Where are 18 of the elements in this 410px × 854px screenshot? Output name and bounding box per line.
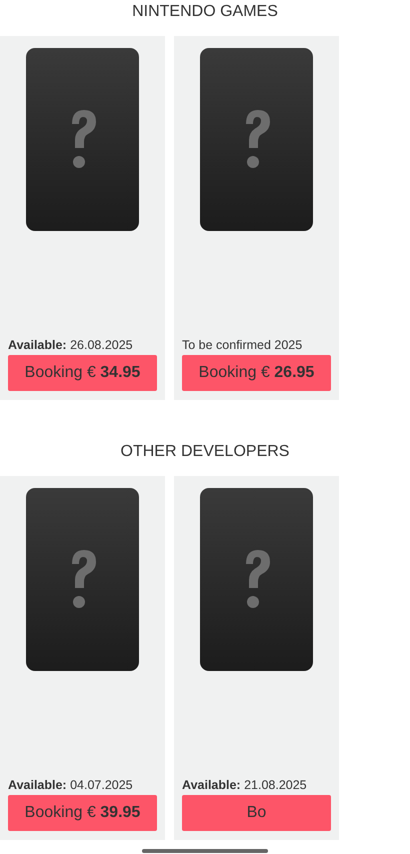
booking-button[interactable]: Booking € 26.95 <box>182 355 331 391</box>
placeholder-cover-icon <box>200 48 313 231</box>
booking-button[interactable]: Booking € 34.95 <box>8 355 157 391</box>
placeholder-cover-icon <box>200 488 313 671</box>
booking-button[interactable]: Booking € 39.95 <box>8 795 157 831</box>
availability-text: To be confirmed 2025 <box>182 337 304 353</box>
product-card[interactable]: Available: 04.07.2025 Booking € 39.95 <box>0 476 165 840</box>
booking-button[interactable]: Bo <box>182 795 331 831</box>
availability-text: Available: 04.07.2025 <box>8 777 134 793</box>
section-title: OTHER DEVELOPERS <box>120 442 290 462</box>
availability-text: Available: 21.08.2025 <box>182 777 308 793</box>
placeholder-cover-icon <box>26 488 139 671</box>
product-card[interactable]: Available: 26.08.2025 Booking € 34.95 <box>0 36 165 400</box>
product-card[interactable]: To be confirmed 2025 Booking € 26.95 <box>174 36 339 400</box>
section-title: NINTENDO GAMES <box>131 2 279 22</box>
availability-text: Available: 26.08.2025 <box>8 337 134 353</box>
placeholder-cover-icon <box>26 48 139 231</box>
product-card[interactable]: Available: 21.08.2025 Bo <box>174 476 339 840</box>
